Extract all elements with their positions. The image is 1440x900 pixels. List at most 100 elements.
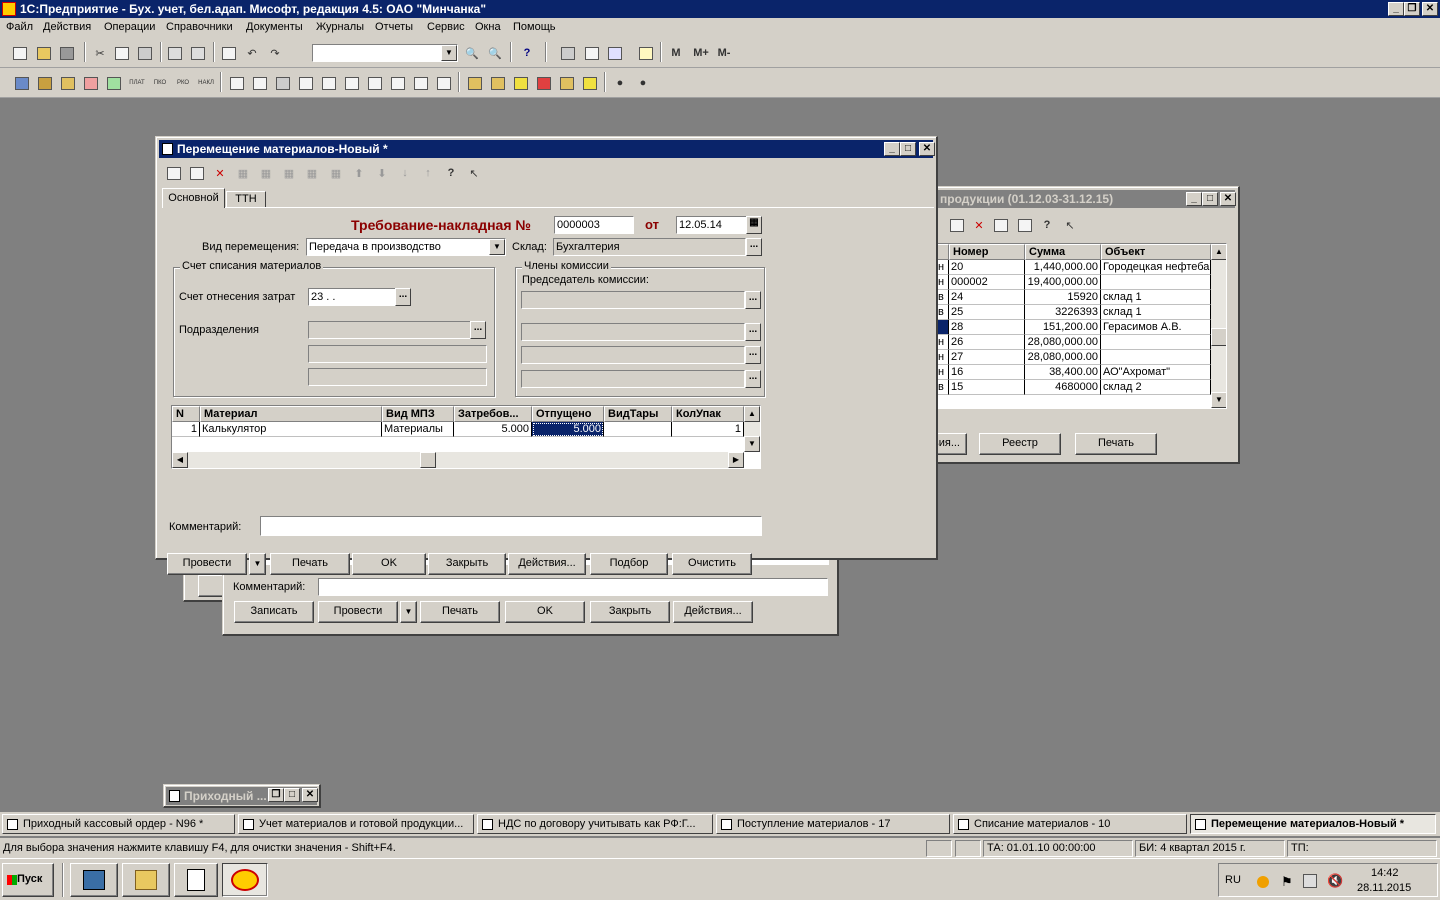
doc-tool-7-icon[interactable]: ▦	[302, 163, 322, 183]
doc-close-button[interactable]: ✕	[919, 142, 935, 156]
scroll-up-icon[interactable]: ▲	[1211, 244, 1226, 260]
sort-desc-icon[interactable]: ↑	[418, 163, 438, 183]
new-icon[interactable]	[10, 43, 30, 63]
move-down-icon[interactable]: ⬇	[372, 163, 392, 183]
window-tab-receipt[interactable]: Поступление материалов - 17	[716, 814, 950, 834]
comment-input[interactable]	[260, 516, 762, 536]
flag-icon[interactable]: ⚑	[1281, 874, 1293, 890]
col-mpz-type[interactable]: Вид МПЗ	[382, 406, 454, 422]
journal-restore-button[interactable]: □	[1202, 192, 1218, 206]
document-number-input[interactable]: 0000003	[554, 216, 634, 234]
window-tab-transfer[interactable]: Перемещение материалов-Новый *	[1190, 814, 1436, 834]
restore-button[interactable]: ❐	[1404, 2, 1420, 16]
col-tare-type[interactable]: ВидТары	[604, 406, 672, 422]
operation-icon[interactable]	[104, 73, 124, 93]
journal-tool-4-icon[interactable]	[1015, 215, 1035, 235]
settings-2-icon[interactable]	[488, 73, 508, 93]
post-button[interactable]: Провести	[167, 553, 247, 575]
hscroll-thumb[interactable]	[420, 452, 436, 468]
doc-help-icon[interactable]: ?	[441, 163, 461, 183]
doc-tool-4-icon[interactable]: ▦	[233, 163, 253, 183]
materials-grid[interactable]: N Материал Вид МПЗ Затребов... Отпущено …	[171, 405, 761, 469]
grid-vscrollbar[interactable]: ▲ ▼	[744, 406, 760, 452]
journal-delete-icon[interactable]: ✕	[969, 215, 989, 235]
selection-button[interactable]: Подбор	[590, 553, 668, 575]
doc-whatsthis-icon[interactable]: ↖	[464, 163, 484, 183]
member-2-select-button[interactable]: ...	[745, 346, 761, 364]
scroll-right-icon[interactable]: ▶	[728, 452, 744, 468]
minimized-restore-button[interactable]: ❐	[268, 788, 284, 802]
doc-tool-8-icon[interactable]: ▦	[326, 163, 346, 183]
warehouse-select-button[interactable]: ...	[746, 238, 762, 256]
account-select-button[interactable]: ...	[395, 288, 411, 306]
search-combobox[interactable]: ▼	[312, 44, 458, 62]
doc-copy-row-icon[interactable]	[187, 163, 207, 183]
chairman-input[interactable]	[521, 291, 745, 309]
col-n[interactable]: N	[172, 406, 200, 422]
calendar-icon[interactable]: ▦	[746, 216, 762, 234]
memory-minus-button[interactable]: M-	[712, 43, 736, 63]
post-dropdown-button[interactable]: ▼	[249, 553, 266, 575]
print-preview-icon[interactable]	[188, 43, 208, 63]
taskbar-1c-app[interactable]	[222, 863, 268, 897]
journal-grid[interactable]: Номер Сумма Объект н 20 1,440,000.00 Гор…	[935, 243, 1227, 409]
redo-icon[interactable]: ↷	[265, 43, 285, 63]
back-post-button[interactable]: Провести	[318, 601, 398, 623]
clear-button[interactable]: Очистить	[672, 553, 752, 575]
memory-button[interactable]: M	[666, 43, 686, 63]
journal-print-button[interactable]: Печать	[1075, 433, 1157, 455]
minimize-button[interactable]: _	[1388, 2, 1404, 16]
actions-button[interactable]: Действия...	[508, 553, 586, 575]
menu-actions[interactable]: Действия	[43, 21, 91, 33]
chairman-select-button[interactable]: ...	[745, 291, 761, 309]
scroll-up-icon[interactable]: ▲	[744, 406, 760, 422]
globe-1-icon[interactable]: ●	[610, 73, 630, 93]
pko-icon[interactable]: ПКО	[150, 73, 170, 93]
move-up-icon[interactable]: ⬆	[349, 163, 369, 183]
division-select-button[interactable]: ...	[470, 321, 486, 339]
volume-muted-icon[interactable]: 🔇	[1327, 873, 1343, 889]
message-icon[interactable]	[605, 43, 625, 63]
menu-documents[interactable]: Документы	[246, 21, 303, 33]
rko-icon[interactable]: РКО	[173, 73, 193, 93]
menu-operations[interactable]: Операции	[104, 21, 155, 33]
report-9-icon[interactable]	[411, 73, 431, 93]
language-indicator[interactable]: RU	[1225, 874, 1241, 886]
journal-help-icon[interactable]: ?	[1037, 215, 1057, 235]
find-icon[interactable]: 🔍	[462, 43, 482, 63]
col-material[interactable]: Материал	[200, 406, 382, 422]
doc-delete-row-icon[interactable]: ✕	[210, 163, 230, 183]
calculator-icon[interactable]	[558, 43, 578, 63]
col-packs[interactable]: КолУпак	[672, 406, 744, 422]
report-10-icon[interactable]	[434, 73, 454, 93]
window-tab-materials-journal[interactable]: Учет материалов и готовой продукции...	[238, 814, 474, 834]
report-7-icon[interactable]	[365, 73, 385, 93]
report-5-icon[interactable]	[319, 73, 339, 93]
doc-new-row-icon[interactable]	[164, 163, 184, 183]
report-1-icon[interactable]	[227, 73, 247, 93]
taskbar-app-2[interactable]	[122, 863, 170, 897]
taskbar-app-3[interactable]	[174, 863, 218, 897]
invoice-icon[interactable]: НАКЛ	[196, 73, 216, 93]
sort-asc-icon[interactable]: ↓	[395, 163, 415, 183]
report-8-icon[interactable]	[388, 73, 408, 93]
scroll-thumb[interactable]	[1211, 328, 1226, 346]
print-button[interactable]: Печать	[270, 553, 350, 575]
chevron-down-icon[interactable]: ▼	[441, 45, 457, 61]
back-actions-button[interactable]: Действия...	[673, 601, 753, 623]
journal-tool-3-icon[interactable]	[991, 215, 1011, 235]
member-input-1[interactable]	[521, 323, 745, 341]
menu-file[interactable]: Файл	[6, 21, 33, 33]
globe-2-icon[interactable]: ●	[633, 73, 653, 93]
find-next-icon[interactable]: 🔍	[485, 43, 505, 63]
division-input-1[interactable]	[308, 321, 471, 339]
journal-col-object[interactable]: Объект	[1101, 244, 1211, 260]
back-save-button[interactable]: Записать	[234, 601, 314, 623]
update-icon[interactable]	[1257, 876, 1269, 888]
paste-icon[interactable]	[135, 43, 155, 63]
back-close-button[interactable]: Закрыть	[590, 601, 670, 623]
menu-service[interactable]: Сервис	[427, 21, 465, 33]
menu-windows[interactable]: Окна	[475, 21, 501, 33]
taskbar-app-1[interactable]	[70, 863, 118, 897]
account-input[interactable]: 23 . .	[308, 288, 396, 306]
